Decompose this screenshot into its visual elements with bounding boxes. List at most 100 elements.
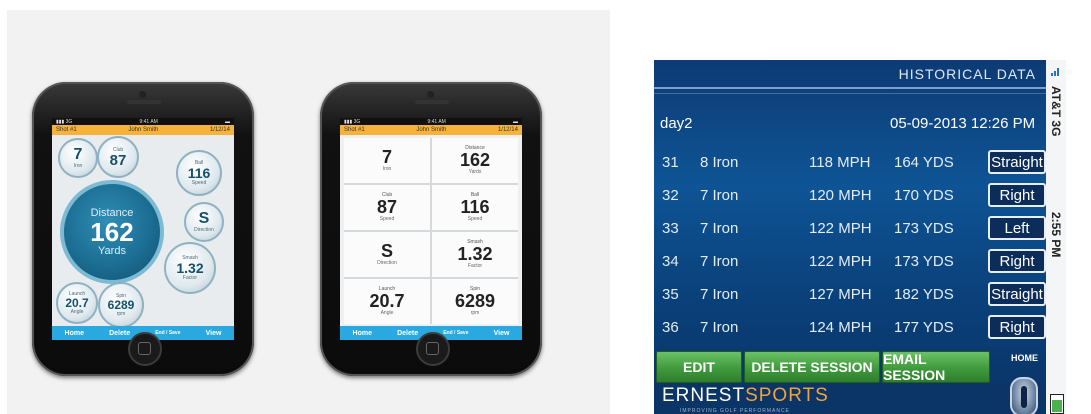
- signal-icon: [1051, 66, 1061, 76]
- tab-view[interactable]: View: [206, 330, 222, 337]
- distance-value: 162: [90, 217, 134, 247]
- delete-session-button[interactable]: DELETE SESSION: [744, 351, 880, 383]
- shot-distance: 182 YDS: [894, 286, 954, 303]
- launch-value: 20.7: [65, 296, 89, 310]
- table-row[interactable]: 31 8 Iron 118 MPH 164 YDS Straight: [654, 150, 1046, 178]
- cell-unit: Yards: [468, 168, 482, 175]
- table-row[interactable]: 32 7 Iron 120 MPH 170 YDS Right: [654, 183, 1046, 211]
- tab-home[interactable]: Home: [65, 330, 84, 337]
- spin-bubble[interactable]: Spin 6289 rpm: [98, 282, 144, 328]
- cell-unit: Factor: [467, 262, 483, 269]
- tab-end-save[interactable]: End / Save: [443, 330, 468, 336]
- shot-club: 7 Iron: [700, 319, 739, 336]
- session-datetime: 05-09-2013 12:26 PM: [890, 115, 1036, 132]
- earpiece: [415, 100, 449, 104]
- tab-delete[interactable]: Delete: [109, 330, 130, 337]
- shot-direction-badge[interactable]: Left: [988, 216, 1046, 240]
- table-row[interactable]: 33 7 Iron 122 MPH 173 YDS Left: [654, 216, 1046, 244]
- grid-cell-launch[interactable]: Launch 20.7 Angle: [344, 279, 430, 324]
- grid-cell-ball-speed[interactable]: Ball 116 Speed: [432, 185, 518, 230]
- logo-sports: SPORTS: [745, 385, 829, 406]
- cell-unit: Iron: [382, 166, 392, 173]
- club-speed-bubble[interactable]: Club 87: [97, 136, 139, 178]
- shot-number: 33: [662, 220, 679, 237]
- table-row[interactable]: 36 7 Iron 124 MPH 177 YDS Right: [654, 315, 1046, 343]
- shot-direction-badge[interactable]: Straight: [988, 282, 1046, 306]
- launch-sub: Angle: [70, 309, 84, 315]
- shot-number: 35: [662, 286, 679, 303]
- shot-club: 7 Iron: [700, 187, 739, 204]
- edit-button[interactable]: EDIT: [656, 351, 742, 383]
- grid-cell-distance[interactable]: Distance 162 Yards: [432, 138, 518, 183]
- tab-view[interactable]: View: [494, 330, 510, 337]
- tab-end-save[interactable]: End / Save: [155, 330, 180, 336]
- grid-cell-club-speed[interactable]: Club 87 Speed: [344, 185, 430, 230]
- carrier-label: AT&T 3G: [1049, 86, 1063, 137]
- table-row[interactable]: 34 7 Iron 122 MPH 173 YDS Right: [654, 249, 1046, 277]
- phone-home-button[interactable]: [416, 332, 450, 366]
- cell-value: 7: [381, 147, 392, 168]
- direction-value: S: [198, 210, 210, 227]
- shot-distance: 170 YDS: [894, 187, 954, 204]
- grid-cell-spin[interactable]: Spin 6289 rpm: [432, 279, 518, 324]
- grid-cell-club[interactable]: 7 Iron: [344, 138, 430, 183]
- action-bar: EDIT DELETE SESSION EMAIL SESSION HOME: [656, 351, 1046, 383]
- shot-number: 34: [662, 253, 679, 270]
- shot-distance: 177 YDS: [894, 319, 954, 336]
- player-name: John Smith: [128, 127, 159, 133]
- player-name: John Smith: [416, 127, 447, 133]
- shot-speed: 122 MPH: [809, 253, 872, 270]
- email-session-button[interactable]: EMAIL SESSION: [882, 351, 990, 383]
- grid-cell-direction[interactable]: S Direction: [344, 232, 430, 277]
- shot-direction-badge[interactable]: Right: [988, 249, 1046, 273]
- device-status-bar: AT&T 3G 2:55 PM: [1046, 60, 1066, 414]
- cell-unit: Speed: [379, 215, 395, 222]
- launch-bubble[interactable]: Launch 20.7 Angle: [56, 282, 98, 324]
- spin-value: 6289: [107, 298, 135, 312]
- cell-unit: Direction: [377, 260, 397, 267]
- shot-speed: 122 MPH: [809, 220, 872, 237]
- historical-data-screen: HISTORICAL DATA day2 05-09-2013 12:26 PM…: [654, 60, 1046, 414]
- clock: 2:55 PM: [1049, 212, 1063, 258]
- distance-bubble[interactable]: Distance 162 Yards: [60, 180, 164, 284]
- club-bubble[interactable]: 7 Iron: [58, 138, 98, 178]
- shot-speed: 127 MPH: [809, 286, 872, 303]
- golfer-icon[interactable]: [1010, 377, 1038, 414]
- ernest-sports-logo: ERNESTSPORTS: [662, 385, 829, 407]
- shot-distance: 173 YDS: [894, 253, 954, 270]
- club-speed-value: 87: [109, 151, 127, 169]
- phone-screen: ▮▮▮ 3G 9:41 AM ▬ Shot #1 John Smith 1/12/1…: [340, 118, 522, 340]
- shot-header: Shot #1 John Smith 1/12/14: [52, 125, 234, 135]
- ball-speed-bubble[interactable]: Ball 116 Speed: [176, 150, 222, 196]
- club-value: 7: [73, 146, 83, 163]
- phone-screen: ▮▮▮ 3G 9:41 AM ▬ Shot #1 John Smith 1/12/1…: [52, 118, 234, 340]
- smash-bubble[interactable]: Smash 1.32 Factor: [164, 242, 216, 294]
- shot-distance: 164 YDS: [894, 154, 954, 171]
- tab-delete[interactable]: Delete: [397, 330, 418, 337]
- ball-speed-value: 116: [187, 165, 211, 181]
- club-label: Iron: [73, 163, 83, 169]
- shot-date: 1/12/14: [497, 127, 518, 133]
- tab-home[interactable]: Home: [353, 330, 372, 337]
- shot-speed: 124 MPH: [809, 319, 872, 336]
- shot-speed: 118 MPH: [809, 154, 871, 171]
- direction-bubble[interactable]: S Direction: [184, 202, 224, 242]
- table-row[interactable]: 35 7 Iron 127 MPH 182 YDS Straight: [654, 282, 1046, 310]
- shot-direction-badge[interactable]: Straight: [988, 150, 1046, 174]
- ball-speed-sub: Speed: [191, 180, 207, 186]
- battery-icon: [1050, 394, 1064, 414]
- grid-cell-smash[interactable]: Smash 1.32 Factor: [432, 232, 518, 277]
- shot-label: Shot #1: [344, 127, 365, 133]
- shot-direction-badge[interactable]: Right: [988, 183, 1046, 207]
- camera: [427, 91, 434, 98]
- logo-ernest: ERNEST: [662, 385, 746, 406]
- brand-bar: ERNESTSPORTS IMPROVING GOLF PERFORMANCE: [654, 377, 1046, 414]
- cell-value: 162: [459, 150, 491, 171]
- phone-home-button[interactable]: [128, 332, 162, 366]
- cell-value: 87: [376, 197, 398, 218]
- shot-direction-badge[interactable]: Right: [988, 315, 1046, 339]
- shot-number: 31: [662, 154, 679, 171]
- shot-club: 7 Iron: [700, 220, 739, 237]
- home-button[interactable]: HOME: [1011, 353, 1038, 363]
- shot-club: 8 Iron: [700, 154, 739, 171]
